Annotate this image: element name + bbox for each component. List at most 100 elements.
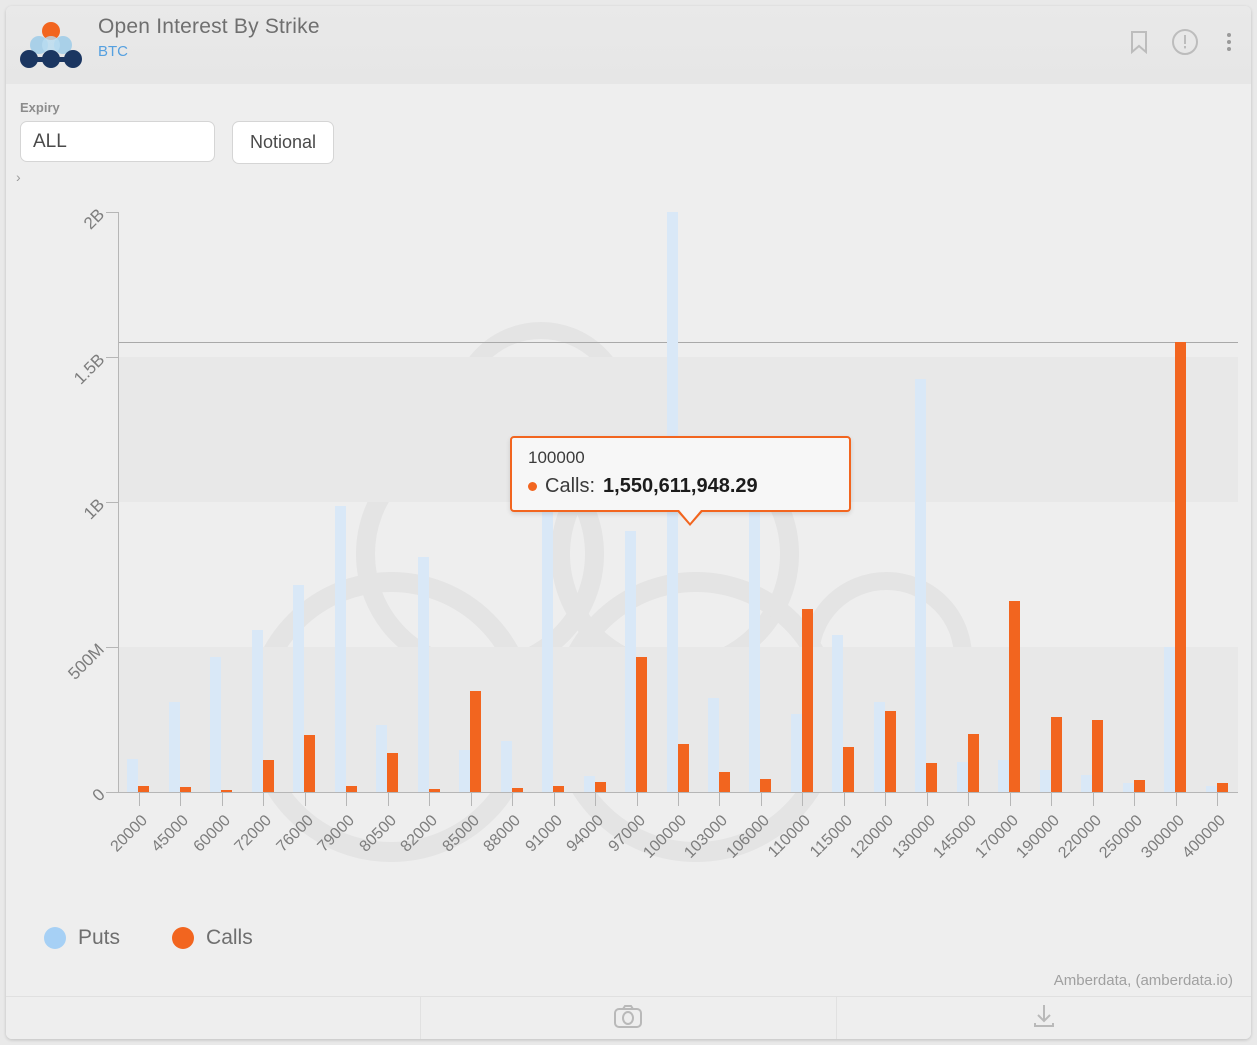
- header-subtitle[interactable]: BTC: [98, 43, 320, 61]
- y-tick: [106, 212, 118, 213]
- camera-icon: [613, 1003, 643, 1034]
- bar-calls-400000[interactable]: [1217, 783, 1228, 792]
- bar-calls-170000[interactable]: [1009, 601, 1020, 792]
- y-axis-line: [118, 212, 119, 792]
- expiry-select[interactable]: ALL: [20, 121, 215, 162]
- bar-calls-106000[interactable]: [760, 779, 771, 792]
- y-axis-label: 1B: [80, 495, 109, 524]
- x-tick: [139, 792, 140, 806]
- x-tick: [263, 792, 264, 806]
- bar-calls-76000[interactable]: [304, 735, 315, 792]
- bar-puts-300000[interactable]: [1164, 647, 1175, 792]
- chart-tooltip: 100000 Calls: 1,550,611,948.29: [510, 436, 851, 512]
- x-tick: [554, 792, 555, 806]
- amberdata-logo-icon: [18, 20, 84, 70]
- bar-puts-97000[interactable]: [625, 531, 636, 792]
- bar-puts-88000[interactable]: [501, 741, 512, 792]
- bar-puts-103000[interactable]: [708, 698, 719, 792]
- x-tick: [595, 792, 596, 806]
- x-tick: [1051, 792, 1052, 806]
- bar-puts-91000[interactable]: [542, 469, 553, 792]
- bar-puts-60000[interactable]: [210, 657, 221, 792]
- bar-calls-97000[interactable]: [636, 657, 647, 792]
- x-tick: [305, 792, 306, 806]
- tooltip-strike: 100000: [528, 448, 833, 468]
- kebab-menu-icon[interactable]: [1221, 31, 1237, 53]
- bar-calls-80500[interactable]: [387, 753, 398, 792]
- y-axis-label: 500M: [65, 640, 109, 684]
- bar-puts-115000[interactable]: [832, 635, 843, 792]
- legend-label: Calls: [206, 926, 253, 950]
- controls-bar: Expiry ALL Notional: [6, 84, 1251, 192]
- x-tick: [1134, 792, 1135, 806]
- notional-toggle[interactable]: Notional: [232, 121, 334, 164]
- y-tick: [106, 357, 118, 358]
- bar-puts-79000[interactable]: [335, 506, 346, 792]
- bar-puts-110000[interactable]: [791, 714, 802, 792]
- bar-puts-170000[interactable]: [998, 760, 1009, 792]
- legend-item-calls[interactable]: Calls: [172, 926, 253, 950]
- header-text: Open Interest By Strike BTC: [98, 14, 320, 61]
- bar-puts-20000[interactable]: [127, 759, 138, 792]
- tooltip-series-label: Calls:: [545, 475, 595, 498]
- bar-puts-85000[interactable]: [459, 750, 470, 792]
- bar-puts-80500[interactable]: [376, 725, 387, 792]
- bar-puts-106000[interactable]: [749, 505, 760, 792]
- x-tick: [512, 792, 513, 806]
- chart-widget: Open Interest By Strike BTC Expiry ALL N…: [6, 6, 1251, 1039]
- footer-spacer-left: [6, 997, 420, 1039]
- expand-panel-chevron-icon[interactable]: ›: [16, 172, 21, 182]
- bar-puts-130000[interactable]: [915, 379, 926, 792]
- legend-item-puts[interactable]: Puts: [44, 926, 120, 950]
- x-tick: [222, 792, 223, 806]
- y-axis-label: 2B: [80, 205, 109, 234]
- bar-puts-250000[interactable]: [1123, 783, 1134, 792]
- x-tick: [1010, 792, 1011, 806]
- header-actions: [1129, 28, 1237, 56]
- bar-puts-220000[interactable]: [1081, 775, 1092, 792]
- bar-puts-76000[interactable]: [293, 585, 304, 792]
- bar-calls-85000[interactable]: [470, 691, 481, 793]
- crosshair-line: [118, 342, 1238, 343]
- tooltip-value: 1,550,611,948.29: [603, 475, 758, 498]
- y-tick: [106, 792, 118, 793]
- x-tick: [1093, 792, 1094, 806]
- bar-calls-145000[interactable]: [968, 734, 979, 792]
- page-title: Open Interest By Strike: [98, 14, 320, 40]
- bar-puts-120000[interactable]: [874, 702, 885, 792]
- bar-puts-145000[interactable]: [957, 762, 968, 792]
- bar-calls-110000[interactable]: [802, 609, 813, 792]
- download-button[interactable]: [836, 997, 1251, 1039]
- widget-header: Open Interest By Strike BTC: [6, 6, 1251, 85]
- bar-calls-120000[interactable]: [885, 711, 896, 792]
- x-tick: [471, 792, 472, 806]
- x-tick: [1217, 792, 1218, 806]
- x-tick: [388, 792, 389, 806]
- alert-circle-icon[interactable]: [1171, 28, 1199, 56]
- bar-calls-300000[interactable]: [1175, 342, 1186, 792]
- bar-puts-82000[interactable]: [418, 557, 429, 792]
- bar-puts-94000[interactable]: [584, 776, 595, 792]
- x-tick: [429, 792, 430, 806]
- x-tick: [927, 792, 928, 806]
- bar-calls-220000[interactable]: [1092, 720, 1103, 793]
- download-icon: [1030, 1003, 1058, 1034]
- snapshot-button[interactable]: [420, 997, 835, 1039]
- bar-calls-250000[interactable]: [1134, 780, 1145, 792]
- bar-calls-100000[interactable]: [678, 744, 689, 792]
- bar-calls-130000[interactable]: [926, 763, 937, 792]
- bookmark-icon[interactable]: [1129, 30, 1149, 54]
- y-tick: [106, 647, 118, 648]
- y-tick: [106, 502, 118, 503]
- bar-calls-190000[interactable]: [1051, 717, 1062, 792]
- bar-calls-72000[interactable]: [263, 760, 274, 792]
- bar-calls-94000[interactable]: [595, 782, 606, 792]
- bar-calls-115000[interactable]: [843, 747, 854, 792]
- bar-calls-103000[interactable]: [719, 772, 730, 792]
- legend-swatch-icon: [44, 927, 66, 949]
- bar-puts-45000[interactable]: [169, 702, 180, 792]
- bar-puts-72000[interactable]: [252, 630, 263, 792]
- y-axis-label: 0: [88, 785, 109, 806]
- tooltip-arrow-icon: [676, 510, 704, 526]
- bar-puts-190000[interactable]: [1040, 770, 1051, 792]
